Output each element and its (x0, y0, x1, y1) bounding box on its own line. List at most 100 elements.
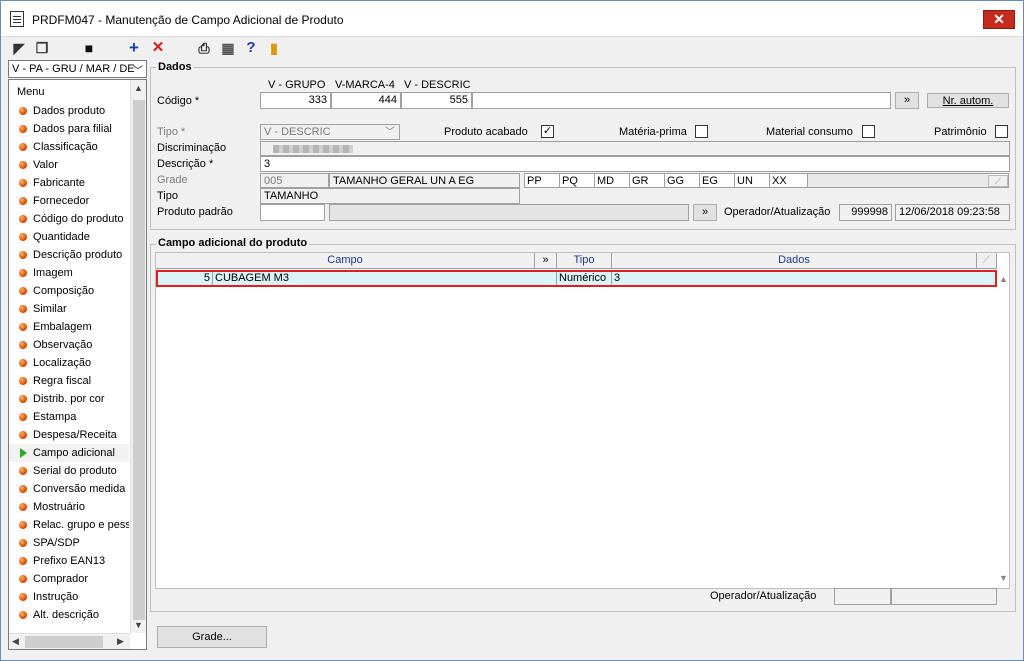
scroll-left-icon[interactable]: ◀ (12, 636, 19, 647)
sidebar-item[interactable]: Valor (9, 156, 129, 174)
sidebar-item[interactable]: Serial do produto (9, 462, 129, 480)
operador-field: 999998 (839, 204, 892, 221)
material-consumo-label: Material consumo (766, 126, 853, 138)
copy-icon[interactable]: ❐ (34, 40, 50, 56)
chevron-down-icon: ﹀ (385, 127, 395, 138)
material-consumo-checkbox[interactable] (862, 125, 875, 138)
tipo-select-value: V - DESCRIC (264, 126, 331, 138)
bullet-icon (19, 233, 27, 241)
patrimonio-checkbox[interactable] (995, 125, 1008, 138)
sidebar-item[interactable]: Similar (9, 300, 129, 318)
sidebar-item-label: Estampa (33, 411, 77, 423)
sidebar-item[interactable]: Classificação (9, 138, 129, 156)
sidebar-item[interactable]: Comprador (9, 570, 129, 588)
campo-operador-label: Operador/Atualização (710, 590, 817, 602)
bullet-icon (19, 323, 27, 331)
grade-label: Grade (157, 174, 188, 186)
save-icon[interactable]: ■ (81, 40, 97, 56)
sidebar-vertical-scrollbar[interactable]: ▲ ▼ (130, 80, 146, 633)
column-header-dados[interactable]: Dados (612, 253, 977, 269)
back-icon[interactable]: ◤ (11, 40, 27, 56)
sidebar-item[interactable]: Fabricante (9, 174, 129, 192)
dados-group-title: Dados (156, 61, 194, 73)
sidebar-item-label: Campo adicional (33, 447, 115, 459)
codigo-expand-button[interactable]: » (895, 92, 919, 109)
sidebar-item[interactable]: Conversão medida (9, 480, 129, 498)
bullet-icon (19, 359, 27, 367)
scroll-thumb[interactable] (133, 100, 145, 620)
sidebar-item[interactable]: Distrib. por cor (9, 390, 129, 408)
sidebar-item[interactable]: Instrução (9, 588, 129, 606)
column-header-tipo[interactable]: Tipo (557, 253, 612, 269)
tipo-select[interactable]: V - DESCRIC ﹀ (260, 124, 400, 140)
row-dados: 3 (614, 272, 621, 284)
help-icon[interactable]: ? (243, 40, 259, 56)
codigo-marca-field[interactable]: 444 (331, 92, 401, 109)
nr-autom-button[interactable]: Nr. autom. (927, 93, 1009, 108)
sidebar-item[interactable]: Descrição produto (9, 246, 129, 264)
sidebar-item[interactable]: Quantidade (9, 228, 129, 246)
grade-size: GG (665, 174, 700, 187)
grade-size: PQ (560, 174, 595, 187)
close-button[interactable]: ✕ (983, 10, 1015, 29)
produto-padrao-expand-button[interactable]: » (693, 204, 717, 221)
sidebar-item[interactable]: Prefixo EAN13 (9, 552, 129, 570)
scroll-thumb[interactable] (25, 636, 103, 648)
exit-icon[interactable]: ▮ (266, 40, 282, 56)
menu-list: Dados produto Dados para filial Classifica… (9, 102, 129, 624)
print-icon[interactable]: ⎙ (196, 40, 212, 56)
sidebar-item-label: Imagem (33, 267, 73, 279)
discriminacao-field[interactable] (260, 141, 1010, 156)
grade-edit-icon[interactable]: ⟋ (988, 175, 1008, 187)
sidebar-item[interactable]: Observação (9, 336, 129, 354)
scroll-right-icon[interactable]: ▶ (117, 636, 124, 647)
calculator-icon[interactable]: ▦ (220, 40, 236, 56)
scroll-up-icon[interactable]: ▲ (999, 274, 1008, 284)
scroll-up-icon[interactable]: ▲ (134, 83, 143, 93)
sidebar-item[interactable]: Estampa (9, 408, 129, 426)
sidebar-item-label: Serial do produto (33, 465, 117, 477)
grade-code-field[interactable]: 005 (260, 173, 329, 188)
sidebar-item[interactable]: Dados produto (9, 102, 129, 120)
table-row[interactable]: 5 CUBAGEM M3 Numérico 3 (156, 270, 997, 287)
delete-icon[interactable]: ✕ (150, 40, 166, 56)
sidebar-item[interactable]: Despesa/Receita (9, 426, 129, 444)
sidebar-item-label: Observação (33, 339, 93, 351)
sidebar-horizontal-scrollbar[interactable]: ◀ ▶ (9, 633, 130, 649)
sidebar-item[interactable]: Dados para filial (9, 120, 129, 138)
sidebar-item[interactable]: Campo adicional (9, 444, 129, 462)
materia-prima-checkbox[interactable] (695, 125, 708, 138)
sidebar-item[interactable]: SPA/SDP (9, 534, 129, 552)
sidebar-item[interactable]: Regra fiscal (9, 372, 129, 390)
sidebar-item[interactable]: Fornecedor (9, 192, 129, 210)
sidebar-item[interactable]: Relac. grupo e pess (9, 516, 129, 534)
grade-button[interactable]: Grade... (157, 626, 267, 648)
codigo-grupo-field[interactable]: 333 (260, 92, 331, 109)
sidebar-item[interactable]: Composição (9, 282, 129, 300)
tipo2-label: Tipo (157, 190, 178, 202)
sidebar-item[interactable]: Mostruário (9, 498, 129, 516)
sidebar-item[interactable]: Código do produto (9, 210, 129, 228)
grid-edit-icon[interactable]: ⟋ (977, 253, 997, 269)
sidebar-item-label: Classificação (33, 141, 98, 153)
add-icon[interactable]: + (126, 39, 142, 56)
sidebar-item[interactable]: Imagem (9, 264, 129, 282)
group-selector[interactable]: V - PA - GRU / MAR / DE ﹀ (8, 60, 147, 78)
sidebar-item[interactable]: Alt. descrição (9, 606, 129, 624)
sidebar-item-label: Comprador (33, 573, 89, 585)
sidebar-item-label: Dados para filial (33, 123, 112, 135)
tipo2-field: TAMANHO (260, 188, 520, 204)
produto-acabado-checkbox[interactable]: ✓ (541, 125, 554, 138)
play-arrow-icon (20, 448, 27, 458)
scroll-down-icon[interactable]: ▼ (134, 620, 143, 630)
sidebar-item[interactable]: Embalagem (9, 318, 129, 336)
column-header-campo[interactable]: Campo (156, 253, 535, 269)
scroll-down-icon[interactable]: ▼ (999, 573, 1008, 583)
codigo-extra-field[interactable] (472, 92, 891, 109)
sidebar-item[interactable]: Localização (9, 354, 129, 372)
produto-padrao-field[interactable] (260, 204, 325, 221)
descricao-field[interactable]: 3 (260, 156, 1010, 172)
grid-vertical-scrollbar[interactable]: ▲ ▼ (997, 270, 1010, 588)
column-expand-button[interactable]: » (535, 253, 557, 269)
codigo-descric-field[interactable]: 555 (401, 92, 472, 109)
